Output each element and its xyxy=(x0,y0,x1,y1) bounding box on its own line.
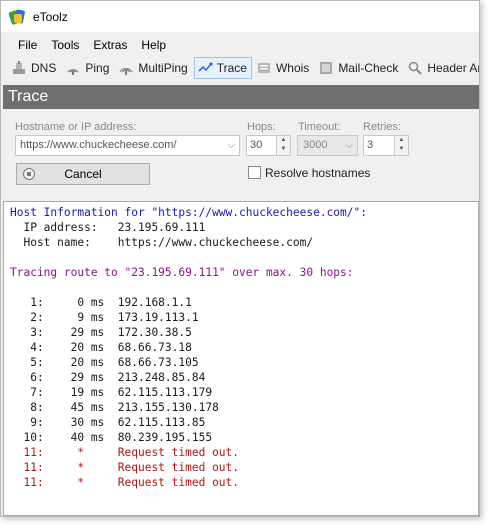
section-title: Trace xyxy=(3,85,479,109)
multiping-button[interactable]: MultiPing xyxy=(115,57,192,79)
whois-icon xyxy=(256,60,272,76)
hops-label: Hops: xyxy=(247,121,276,133)
header-analyzer-button[interactable]: Header Analy xyxy=(404,57,479,79)
menu-help[interactable]: Help xyxy=(134,38,173,52)
output-line: 10: 40 ms 80.239.195.155 xyxy=(10,431,213,444)
whois-button-label: Whois xyxy=(275,61,310,75)
host-input-value: https://www.chuckecheese.com/ xyxy=(20,139,177,151)
resolve-hostnames-label[interactable]: Resolve hostnames xyxy=(265,166,370,180)
output-line: Host name: https://www.chuckecheese.com/ xyxy=(10,236,314,249)
multiping-icon xyxy=(118,60,134,76)
stop-icon xyxy=(23,168,35,180)
retries-down-icon[interactable]: ▼ xyxy=(395,145,408,154)
trace-button-label: Trace xyxy=(216,61,247,75)
output-line: 11: * Request timed out. xyxy=(10,476,240,489)
mail-check-button[interactable]: Mail-Check xyxy=(315,57,403,79)
output-line: 11: * Request timed out. xyxy=(10,446,240,459)
dns-icon xyxy=(11,60,27,76)
cancel-button-label: Cancel xyxy=(64,167,102,181)
hops-down-icon[interactable]: ▼ xyxy=(277,145,290,154)
output-line: IP address: 23.195.69.111 xyxy=(10,221,206,234)
ping-icon xyxy=(65,60,81,76)
timeout-chevron-down-icon: ⌵ xyxy=(345,140,353,151)
tool-toolbar: DNS Ping MultiPing Trace Whois Mail-Chec… xyxy=(1,57,479,79)
trace-button[interactable]: Trace xyxy=(193,57,252,79)
output-line: 4: 20 ms 68.66.73.18 xyxy=(10,341,192,354)
dns-button[interactable]: DNS xyxy=(8,57,61,79)
output-line: Host Information for "https://www.chucke… xyxy=(10,206,367,219)
timeout-value: 3000 xyxy=(303,139,328,151)
retries-stepper[interactable]: 3 ▲ ▼ xyxy=(363,135,409,156)
output-line: 8: 45 ms 213.155.130.178 xyxy=(10,401,219,414)
output-line: 6: 29 ms 213.248.85.84 xyxy=(10,371,206,384)
trace-icon xyxy=(197,60,213,76)
menu-file[interactable]: File xyxy=(11,38,44,52)
chevron-down-icon[interactable]: ⌵ xyxy=(227,136,235,155)
retries-label: Retries: xyxy=(363,121,401,133)
output-line: 5: 20 ms 68.66.73.105 xyxy=(10,356,199,369)
multiping-button-label: MultiPing xyxy=(138,61,188,75)
output-line: 9: 30 ms 62.115.113.85 xyxy=(10,416,206,429)
ping-button-label: Ping xyxy=(85,61,110,75)
header-analyzer-button-label: Header Analy xyxy=(427,61,479,75)
menu-bar: File Tools Extras Help xyxy=(1,35,479,55)
output-line: 1: 0 ms 192.168.1.1 xyxy=(10,296,192,309)
output-line: Tracing route to "23.195.69.111" over ma… xyxy=(10,266,354,279)
timeout-select[interactable]: 3000 ⌵ xyxy=(297,135,358,156)
resolve-hostnames-checkbox[interactable] xyxy=(248,166,261,179)
hops-stepper[interactable]: 30 ▲ ▼ xyxy=(246,135,291,156)
output-line: 7: 19 ms 62.115.113.179 xyxy=(10,386,213,399)
ping-button[interactable]: Ping xyxy=(62,57,114,79)
mail-check-icon xyxy=(318,60,334,76)
whois-button[interactable]: Whois xyxy=(253,57,314,79)
output-line: 11: * Request timed out. xyxy=(10,461,240,474)
output-line: 2: 9 ms 173.19.113.1 xyxy=(10,311,199,324)
dns-button-label: DNS xyxy=(31,61,57,75)
window-title: eToolz xyxy=(33,9,68,24)
etoolz-window: eToolz File Tools Extras Help DNS Ping M… xyxy=(0,0,480,517)
retries-value: 3 xyxy=(367,139,374,151)
retries-up-icon[interactable]: ▲ xyxy=(395,136,408,145)
cancel-button[interactable]: Cancel xyxy=(16,163,150,185)
etoolz-app-icon xyxy=(8,8,26,25)
host-input[interactable]: https://www.chuckecheese.com/ ⌵ xyxy=(15,135,240,156)
hops-up-icon[interactable]: ▲ xyxy=(277,136,290,145)
menu-extras[interactable]: Extras xyxy=(86,38,134,52)
hops-value: 30 xyxy=(250,139,263,151)
header-analyzer-icon xyxy=(407,60,423,76)
mail-check-button-label: Mail-Check xyxy=(338,61,399,75)
trace-options-form: Hostname or IP address: https://www.chuc… xyxy=(1,111,479,195)
host-label: Hostname or IP address: xyxy=(15,121,137,133)
menu-tools[interactable]: Tools xyxy=(44,38,86,52)
trace-output-console[interactable]: Host Information for "https://www.chucke… xyxy=(3,201,479,516)
output-line: 3: 29 ms 172.30.38.5 xyxy=(10,326,192,339)
title-bar: eToolz xyxy=(1,1,479,32)
timeout-label: Timeout: xyxy=(298,121,341,133)
